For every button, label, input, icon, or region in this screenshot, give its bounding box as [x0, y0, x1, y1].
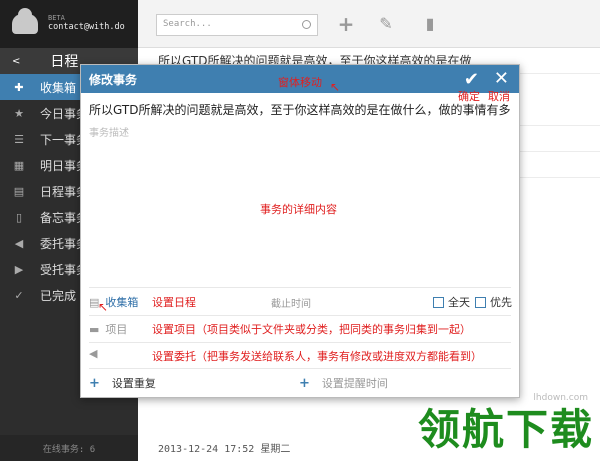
annotation-cancel: 取消: [488, 90, 510, 103]
note-icon: ▯: [15, 210, 23, 224]
project-row[interactable]: ▬ 项目: [89, 321, 127, 337]
account-email: contact@with.do: [48, 22, 125, 33]
dialog-title: 修改事务: [89, 72, 138, 87]
sidebar-header-title: 日程: [50, 54, 79, 70]
annotation-schedule: 设置日程: [152, 296, 196, 309]
add-icon[interactable]: +: [336, 14, 356, 34]
allday-label: 全天: [448, 296, 470, 309]
annotation-confirm: 确定: [458, 90, 480, 103]
grid-calendar-icon: ▤: [13, 184, 25, 198]
confirm-check-icon[interactable]: ✔: [464, 69, 479, 90]
collapse-arrow-icon[interactable]: <: [12, 56, 20, 67]
annotation-drag: 窗体移动: [278, 76, 322, 89]
allday-checkbox[interactable]: 全天: [433, 294, 470, 310]
calendar-icon: ▦: [13, 158, 25, 172]
watermark-logo: 领航下载: [417, 405, 594, 454]
repeat-row[interactable]: + 设置重复: [89, 375, 156, 391]
priority-checkbox[interactable]: 优先: [475, 294, 512, 310]
close-icon[interactable]: ✕: [494, 68, 509, 89]
reminder-row[interactable]: + 设置提醒时间: [299, 375, 388, 391]
deadline-field[interactable]: 截止时间: [271, 295, 311, 310]
cloud-logo-icon: [12, 8, 38, 34]
task-description-field[interactable]: 事务描述: [81, 122, 519, 141]
puzzle-icon: ✚: [14, 80, 24, 94]
profile[interactable]: BETA contact@with.do: [0, 0, 138, 48]
search-input[interactable]: Search...: [156, 14, 318, 36]
project-field[interactable]: 项目: [105, 321, 127, 337]
delegate-row[interactable]: ◀: [89, 347, 97, 360]
folder-row: ▤ 收集箱: [89, 294, 138, 310]
priority-label: 优先: [490, 296, 512, 309]
priority-box[interactable]: [475, 296, 486, 308]
annotation-arrow-icon: ↖: [98, 300, 109, 314]
divider: [89, 287, 511, 288]
annotation-delegate: 设置委托（把事务发送给联系人，事务有修改或进度双方都能看到）: [152, 350, 482, 363]
search-placeholder: Search...: [163, 19, 212, 29]
repeat-label[interactable]: 设置重复: [112, 375, 156, 391]
send-icon: ◀: [14, 236, 24, 250]
pencil-icon[interactable]: ✎: [376, 14, 396, 34]
star-icon: ★: [14, 106, 24, 120]
reminder-label[interactable]: 设置提醒时间: [322, 375, 388, 391]
sidebar-item-label: 收集箱: [40, 80, 77, 95]
folder-select[interactable]: 收集箱: [105, 294, 138, 310]
online-count: 在线事务: 6: [0, 435, 138, 461]
annotation-detail: 事务的详细内容: [260, 203, 337, 216]
folder-icon: ▬: [89, 322, 100, 336]
sidebar-item-label: 已完成: [40, 288, 77, 303]
bar-chart-icon[interactable]: ▮: [420, 14, 440, 34]
divider: [89, 315, 511, 316]
bottom-date: 2013-12-24 17:52 星期二: [158, 444, 291, 455]
divider: [89, 368, 511, 369]
divider: [89, 342, 511, 343]
add-reminder-icon[interactable]: +: [299, 376, 310, 391]
check-icon: ✓: [14, 288, 24, 302]
add-repeat-icon[interactable]: +: [89, 376, 100, 391]
task-title-input[interactable]: 所以GTD所解决的问题就是高效，至于你这样高效的是在做什么，做的事情有多: [81, 93, 519, 122]
annotation-arrow-icon: ↖: [330, 80, 341, 94]
allday-box[interactable]: [433, 296, 444, 308]
toolbar: Search... + ✎ ▮: [138, 0, 600, 48]
list-icon: ☰: [14, 132, 24, 146]
flag-icon: ▶: [14, 262, 24, 276]
annotation-project: 设置项目（项目类似于文件夹或分类，把同类的事务归集到一起）: [152, 323, 471, 336]
search-icon[interactable]: [302, 20, 311, 29]
send-icon[interactable]: ◀: [89, 347, 97, 360]
